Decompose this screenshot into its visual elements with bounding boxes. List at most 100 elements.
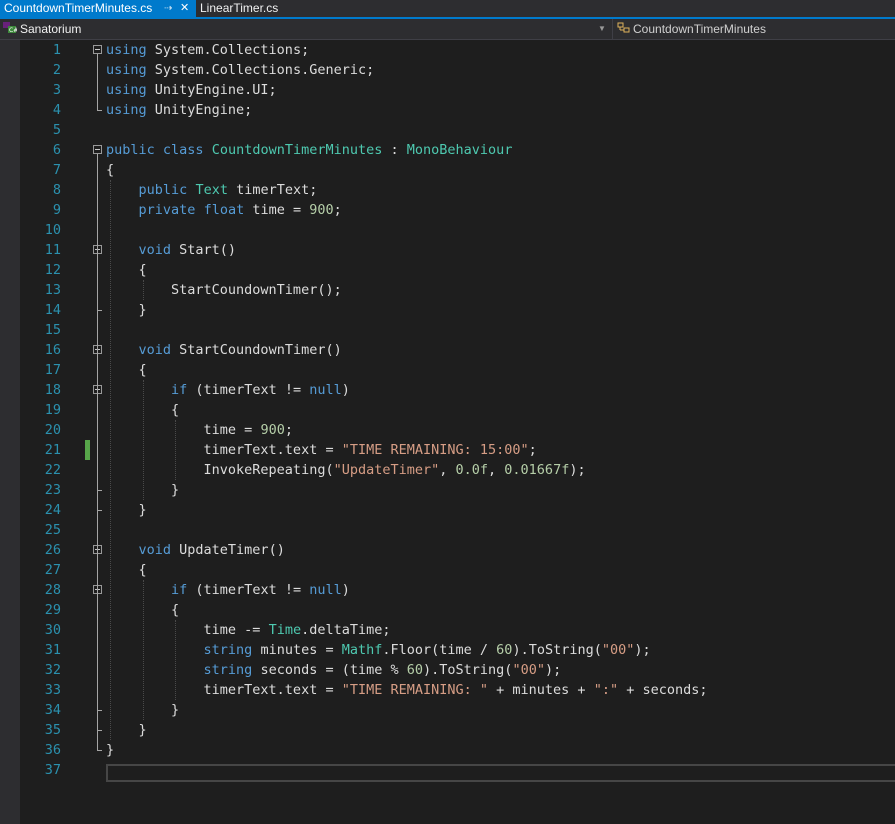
code-line[interactable]: 34 } <box>0 700 895 720</box>
code-line[interactable]: 8 public Text timerText; <box>0 180 895 200</box>
indent-guide <box>142 380 144 500</box>
tab-countdowntimerminutes[interactable]: CountdownTimerMinutes.cs ⇢ ✕ <box>0 0 196 17</box>
code-line[interactable]: 27 { <box>0 560 895 580</box>
tab-lineartimer[interactable]: LinearTimer.cs <box>196 0 296 17</box>
code-line[interactable]: 9 private float time = 900; <box>0 200 895 220</box>
line-number: 20 <box>44 422 61 438</box>
code-line[interactable]: 31 string minutes = Mathf.Floor(time / 6… <box>0 640 895 660</box>
line-number: 21 <box>44 442 61 458</box>
code-token: ":" <box>593 682 619 698</box>
code-token: System.Collections; <box>146 42 310 58</box>
code-line[interactable]: 28 if (timerText != null) <box>0 580 895 600</box>
line-number: 27 <box>44 562 61 578</box>
code-line[interactable]: 16 void StartCoundownTimer() <box>0 340 895 360</box>
code-line[interactable]: 10 <box>0 220 895 240</box>
code-line[interactable]: 7{ <box>0 160 895 180</box>
chevron-down-icon[interactable]: ▼ <box>598 20 606 38</box>
code-token: ) <box>341 582 350 598</box>
code-line[interactable]: 11 void Start() <box>0 240 895 260</box>
project-selector[interactable]: Sanatorium ▼ <box>20 20 610 38</box>
code-line[interactable]: 1 using System.Collections; <box>0 40 895 60</box>
line-number: 19 <box>44 402 61 418</box>
code-token: ; <box>333 202 342 218</box>
code-line[interactable]: 12 { <box>0 260 895 280</box>
code-line[interactable]: 23 } <box>0 480 895 500</box>
code-line[interactable]: 26 void UpdateTimer() <box>0 540 895 560</box>
csharp-project-icon: C# <box>3 22 17 34</box>
code-line[interactable]: 29 { <box>0 600 895 620</box>
code-token: ); <box>569 462 586 478</box>
code-token: .deltaTime; <box>301 622 391 638</box>
line-number: 14 <box>44 302 61 318</box>
code-editor[interactable]: 1 using System.Collections; 2 using System.… <box>0 40 895 824</box>
code-text: { <box>106 360 147 380</box>
code-token: void <box>138 242 172 258</box>
code-line[interactable]: 36} <box>0 740 895 760</box>
code-line[interactable]: 32 string seconds = (time % 60).ToString… <box>0 660 895 680</box>
line-number: 1 <box>52 42 61 58</box>
code-line[interactable]: 14 } <box>0 300 895 320</box>
code-line[interactable]: 37 <box>0 760 895 780</box>
code-line[interactable]: 22 InvokeRepeating("UpdateTimer", 0.0f, … <box>0 460 895 480</box>
indent-guide <box>175 620 177 700</box>
collapse-icon[interactable] <box>93 45 102 54</box>
code-text: } <box>106 740 114 760</box>
code-line[interactable]: 18 if (timerText != null) <box>0 380 895 400</box>
code-token: using <box>106 102 147 118</box>
project-name: Sanatorium <box>20 22 82 36</box>
code-line[interactable]: 21 timerText.text = "TIME REMAINING: 15:… <box>0 440 895 460</box>
code-token: using <box>106 42 147 58</box>
code-line[interactable]: 3 using UnityEngine.UI; <box>0 80 895 100</box>
line-number: 29 <box>44 602 61 618</box>
outline-line <box>97 594 98 710</box>
code-token: ) <box>341 382 350 398</box>
class-selector-label: CountdownTimerMinutes <box>633 22 766 36</box>
line-number: 8 <box>52 182 61 198</box>
code-text: timerText.text = "TIME REMAINING: 15:00"… <box>106 440 537 460</box>
code-line[interactable]: 2 using System.Collections.Generic; <box>0 60 895 80</box>
code-token: 0.01667f <box>504 462 570 478</box>
code-text: { <box>106 260 147 280</box>
class-selector[interactable]: CountdownTimerMinutes <box>633 20 883 38</box>
code-text: time -= Time.deltaTime; <box>106 620 391 640</box>
outline-line <box>97 254 98 310</box>
code-token: { <box>106 362 147 378</box>
code-token: time = <box>106 422 261 438</box>
code-line[interactable]: 30 time -= Time.deltaTime; <box>0 620 895 640</box>
code-line[interactable]: 19 { <box>0 400 895 420</box>
close-icon[interactable]: ✕ <box>180 0 189 17</box>
code-token: "00" <box>512 662 545 678</box>
code-token: if <box>171 382 188 398</box>
line-number: 34 <box>44 702 61 718</box>
outline-end <box>97 490 102 491</box>
line-number: 16 <box>44 342 61 358</box>
code-line[interactable]: 15 <box>0 320 895 340</box>
code-line[interactable]: 24 } <box>0 500 895 520</box>
code-token: + minutes + <box>488 682 594 698</box>
code-token: void <box>138 542 172 558</box>
code-line[interactable]: 17 { <box>0 360 895 380</box>
code-token: } <box>106 302 147 318</box>
code-line[interactable]: 13 StartCoundownTimer(); <box>0 280 895 300</box>
class-icon <box>617 22 630 33</box>
code-line[interactable]: 35 } <box>0 720 895 740</box>
code-line[interactable]: 33 timerText.text = "TIME REMAINING: " +… <box>0 680 895 700</box>
outline-line <box>97 54 98 110</box>
indent-guide <box>110 180 111 740</box>
modified-line-marker <box>85 440 90 460</box>
collapse-icon[interactable] <box>93 145 102 154</box>
code-token: public <box>138 182 188 198</box>
code-line[interactable]: 20 time = 900; <box>0 420 895 440</box>
code-token: if <box>171 582 188 598</box>
code-line[interactable]: 6 public class CountdownTimerMinutes : Mo… <box>0 140 895 160</box>
code-line[interactable]: 25 <box>0 520 895 540</box>
code-line[interactable]: 4 using UnityEngine; <box>0 100 895 120</box>
line-number: 31 <box>44 642 61 658</box>
code-line[interactable]: 5 <box>0 120 895 140</box>
pin-icon[interactable]: ⇢ <box>164 0 172 17</box>
code-token: 900 <box>260 422 285 438</box>
line-number: 25 <box>44 522 61 538</box>
line-number: 10 <box>44 222 61 238</box>
